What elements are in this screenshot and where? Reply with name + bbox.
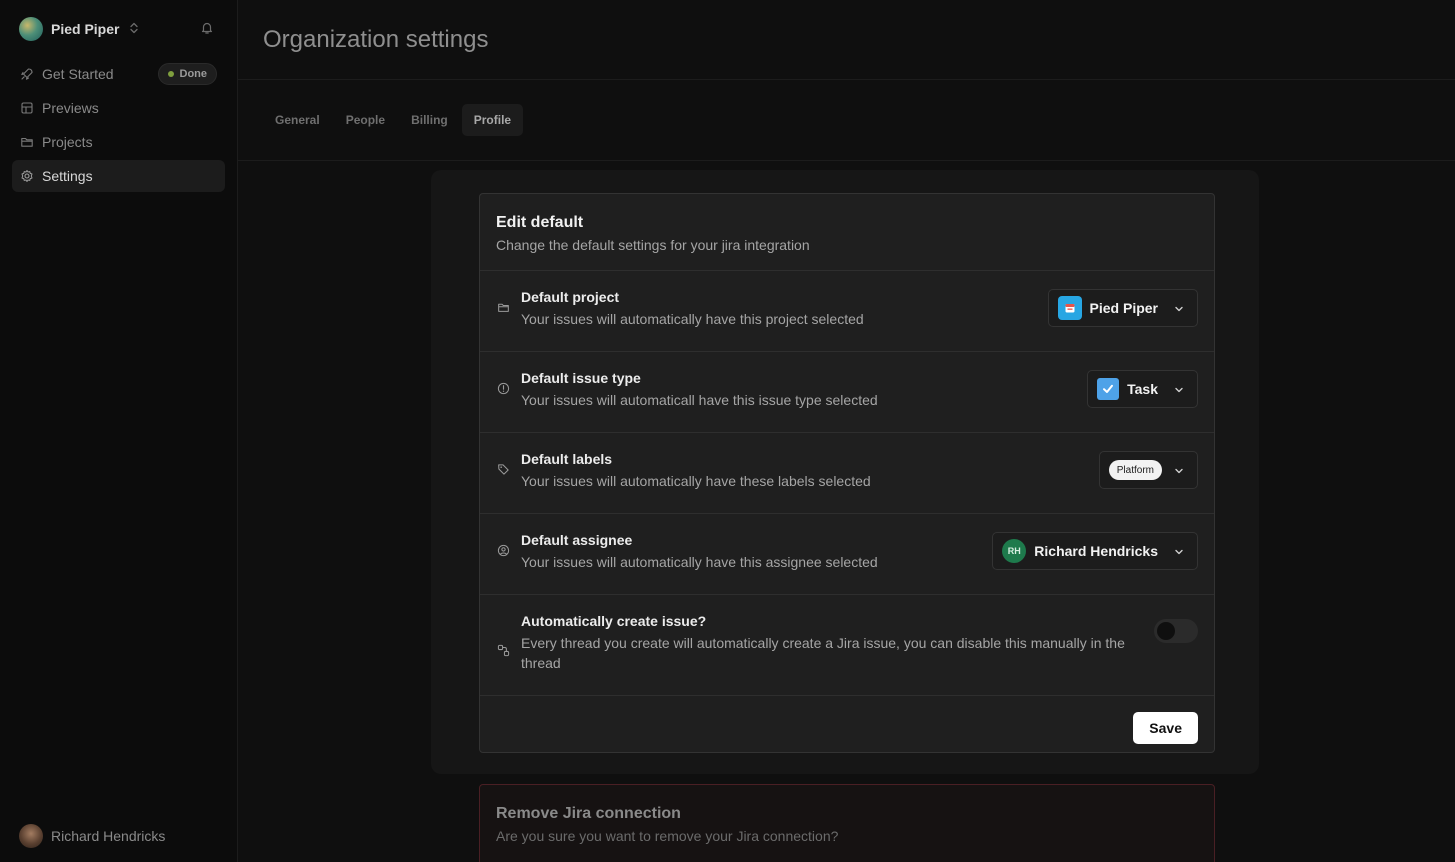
chevron-down-icon [1173,302,1185,314]
sidebar-item-label: Settings [42,168,93,184]
project-icon [1057,296,1082,320]
tab-billing[interactable]: Billing [399,104,460,136]
info-circle-icon [497,382,510,395]
sidebar-item-projects[interactable]: Projects [12,126,225,158]
chevron-down-icon [1173,383,1185,395]
status-dot [167,71,174,77]
save-button[interactable]: Save [1133,712,1198,744]
tab-bar: General People Billing Profile [238,80,1455,161]
setting-row-default-assignee: Default assignee Your issues will automa… [480,514,1214,595]
setting-title: Automatically create issue? [521,613,707,629]
rocket-icon [20,67,34,81]
setting-description: Your issues will automatically have thes… [521,473,871,489]
sidebar: Pied Piper Get Started Done Previews Pro… [0,0,238,862]
default-project-select[interactable]: Pied Piper [1047,289,1198,327]
setting-row-auto-create-issue: Automatically create issue? Every thread… [480,595,1214,696]
layout-icon [20,101,34,115]
user-name: Richard Hendricks [51,828,166,844]
default-issue-type-select[interactable]: Task [1087,370,1198,408]
tab-people[interactable]: People [334,104,397,136]
status-badge-label: Done [179,68,208,80]
modal-panel: Edit default Change the default settings… [431,170,1259,774]
setting-description: Every thread you create will automatical… [521,635,1125,671]
sidebar-item-label: Previews [42,100,99,116]
avatar: RH [1002,539,1027,563]
folder-icon [497,301,510,314]
folder-icon [20,135,34,149]
user-menu[interactable]: Richard Hendricks [19,824,165,848]
default-labels-select[interactable]: Platform [1098,451,1198,489]
sidebar-item-settings[interactable]: Settings [12,160,225,192]
label-chip: Platform [1108,460,1162,480]
app-window: Pied Piper Get Started Done Previews Pro… [0,0,1455,862]
remove-jira-card: Remove Jira connection Are you sure you … [479,784,1215,862]
tab-profile[interactable]: Profile [461,104,524,136]
setting-row-default-project: Default project Your issues will automat… [480,271,1214,352]
card-header: Edit default Change the default settings… [480,194,1214,271]
chevron-up-down-icon [129,22,139,37]
org-switcher[interactable]: Pied Piper [12,0,225,58]
chevron-down-icon [1173,545,1185,557]
page-title: Organization settings [263,25,489,53]
setting-title: Default labels [521,451,613,467]
select-value: Richard Hendricks [1034,543,1158,559]
select-value: Pied Piper [1089,300,1158,316]
default-assignee-select[interactable]: RH Richard Hendricks [992,532,1198,570]
user-circle-icon [497,544,510,557]
edit-default-card: Edit default Change the default settings… [479,193,1215,753]
main-content: Organization settings General People Bil… [238,0,1455,862]
status-badge: Done [157,63,217,85]
sidebar-item-label: Get Started [42,66,114,82]
sidebar-item-previews[interactable]: Previews [12,92,225,124]
tab-general[interactable]: General [263,104,332,136]
card-subtitle: Change the default settings for your jir… [496,237,810,253]
tag-icon [497,463,510,476]
bell-icon[interactable] [200,21,214,35]
card-title: Edit default [496,214,584,231]
org-name: Pied Piper [51,21,120,37]
card-footer: Save [480,696,1214,752]
task-checkbox-icon [1097,378,1120,400]
setting-row-default-issue-type: Default issue type Your issues will auto… [480,352,1214,433]
auto-create-issue-toggle[interactable] [1154,619,1198,643]
chevron-down-icon [1173,464,1185,476]
sidebar-item-label: Projects [42,134,93,150]
sidebar-item-get-started[interactable]: Get Started Done [12,58,225,90]
danger-subtitle: Are you sure you want to remove your Jir… [496,828,839,844]
avatar [19,824,43,848]
page-header: Organization settings [238,0,1455,80]
gear-icon [20,169,34,183]
org-avatar [19,17,43,41]
select-value: Task [1127,381,1158,397]
link-nodes-icon [497,644,510,657]
danger-title: Remove Jira connection [496,805,681,822]
toggle-knob [1157,622,1175,640]
setting-row-default-labels: Default labels Your issues will automati… [480,433,1214,514]
